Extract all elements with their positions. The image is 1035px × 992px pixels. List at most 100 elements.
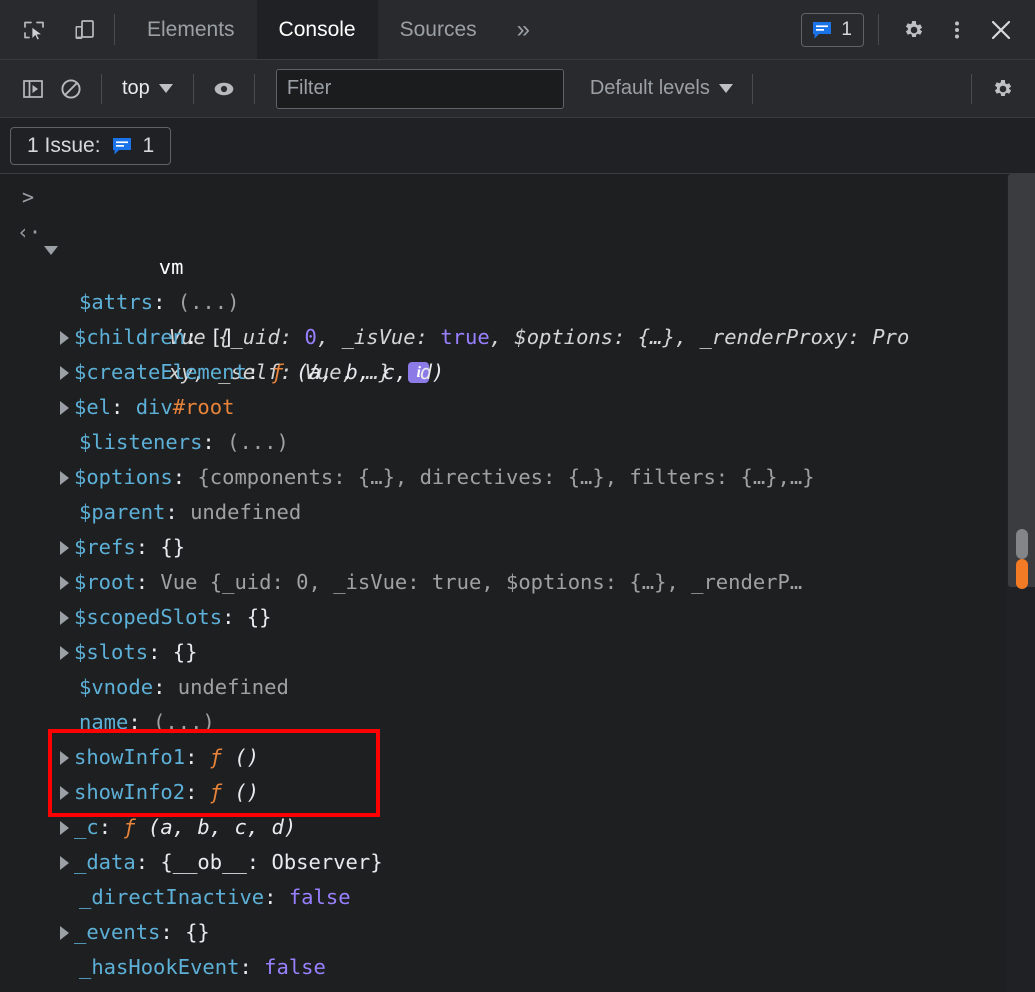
property-value: (...) xyxy=(227,430,289,454)
object-property-row[interactable]: $parent: undefined xyxy=(0,495,1007,530)
console-scrollbar-thumb[interactable] xyxy=(1016,529,1028,559)
expand-triangle-icon[interactable] xyxy=(60,576,69,590)
console-toolbar-divider-5 xyxy=(971,73,972,104)
property-value-function-glyph: ƒ xyxy=(123,815,136,839)
console-toolbar-divider-4 xyxy=(751,73,753,104)
property-separator: : xyxy=(222,605,247,629)
object-property-row[interactable]: $attrs: (...) xyxy=(0,285,1007,320)
property-value: [] xyxy=(209,325,235,349)
object-property-row[interactable]: $vnode: undefined xyxy=(0,670,1007,705)
tabbar-divider xyxy=(114,14,115,45)
property-name: $root xyxy=(74,570,136,594)
console-toolbar: top Default levels xyxy=(0,60,1035,118)
property-value-function-args: (a, b, c, d) xyxy=(135,815,297,839)
expand-triangle-icon[interactable] xyxy=(60,611,69,625)
property-separator: : xyxy=(172,465,198,489)
tab-sources[interactable]: Sources xyxy=(378,0,499,59)
expand-triangle-icon[interactable] xyxy=(60,751,69,765)
object-property-row[interactable]: showInfo2: ƒ () xyxy=(0,775,1007,810)
property-separator: : xyxy=(135,535,161,559)
property-name: $parent xyxy=(79,500,166,524)
property-name: $attrs xyxy=(79,290,154,314)
object-property-row[interactable]: $listeners: (...) xyxy=(0,425,1007,460)
object-property-row[interactable]: $createElement: ƒ (a, b, c, d) xyxy=(0,355,1007,390)
property-name: $createElement xyxy=(74,360,247,384)
issues-speech-bubble-icon xyxy=(112,137,131,154)
console-settings-gear-icon[interactable] xyxy=(983,70,1021,108)
expand-triangle-icon[interactable] xyxy=(60,366,69,380)
object-property-row[interactable]: $refs: {} xyxy=(0,530,1007,565)
object-property-row[interactable]: _data: {__ob__: Observer} xyxy=(0,845,1007,880)
issue-bar-text: 1 Issue: xyxy=(27,133,101,157)
object-property-row[interactable]: _c: ƒ (a, b, c, d) xyxy=(0,810,1007,845)
device-toolbar-icon[interactable] xyxy=(64,10,104,50)
expand-triangle-icon[interactable] xyxy=(60,646,69,660)
property-value: {} xyxy=(160,535,186,559)
console-sidebar-toggle-icon[interactable] xyxy=(14,70,52,108)
kebab-menu-icon[interactable] xyxy=(937,10,977,50)
object-property-row[interactable]: $el: div#root xyxy=(0,390,1007,425)
object-expand-toggle-icon[interactable] xyxy=(44,246,58,255)
object-property-row[interactable]: _events: {} xyxy=(0,915,1007,950)
property-value: (...) xyxy=(153,710,215,734)
console-input-row: > vm xyxy=(0,180,1007,279)
console-toolbar-divider-1 xyxy=(101,73,102,104)
property-separator: : xyxy=(185,780,210,804)
property-value-function-glyph: ƒ xyxy=(271,360,284,384)
log-levels-selector[interactable]: Default levels xyxy=(582,72,741,105)
object-property-row[interactable]: _hasHookEvent: false xyxy=(0,950,1007,985)
property-separator: : xyxy=(202,430,228,454)
property-separator: : xyxy=(111,395,136,419)
more-tabs-chevron-icon[interactable]: » xyxy=(499,0,548,59)
filter-input[interactable] xyxy=(275,68,564,109)
expand-triangle-icon[interactable] xyxy=(60,401,69,415)
console-messages[interactable]: > vm ‹· Vue {_uid: 0, _isVue: true, $opt… xyxy=(0,174,1007,992)
gear-icon[interactable] xyxy=(893,10,933,50)
property-separator: : xyxy=(165,500,191,524)
property-name: $scopedSlots xyxy=(74,605,223,629)
console-scrollbar-track[interactable] xyxy=(1008,174,1035,589)
execution-context-selector[interactable]: top xyxy=(113,72,182,105)
tab-elements[interactable]: Elements xyxy=(125,0,257,59)
object-property-row[interactable]: $scopedSlots: {} xyxy=(0,600,1007,635)
object-property-list: $attrs: (...) $children: [] $createElement… xyxy=(0,285,1007,985)
property-separator: : xyxy=(153,675,178,699)
expand-triangle-icon[interactable] xyxy=(60,471,69,485)
object-property-row[interactable]: $children: [] xyxy=(0,320,1007,355)
property-name: showInfo1 xyxy=(74,745,186,769)
property-value: {} xyxy=(172,640,198,664)
property-name: $children xyxy=(74,325,186,349)
property-value-function-glyph: ƒ xyxy=(209,780,223,804)
property-separator: : xyxy=(160,920,186,944)
object-property-row[interactable]: name: (...) xyxy=(0,705,1007,740)
issue-summary-button[interactable]: 1 Issue: 1 xyxy=(10,126,172,165)
expand-triangle-icon[interactable] xyxy=(60,856,69,870)
devtools-window: Elements Console Sources » 1 top Filter … xyxy=(0,0,1035,992)
panel-tabs: Elements Console Sources » xyxy=(125,0,548,59)
tabbar-spacer xyxy=(548,0,801,59)
live-expression-eye-icon[interactable] xyxy=(205,70,243,108)
tabbar-right-icons: 1 xyxy=(801,0,1035,59)
tab-console[interactable]: Console xyxy=(256,0,378,59)
expand-triangle-icon[interactable] xyxy=(60,331,69,345)
issue-bar: 1 Issue: 1 xyxy=(0,118,1035,174)
expand-triangle-icon[interactable] xyxy=(60,541,69,555)
clear-console-icon[interactable] xyxy=(52,70,90,108)
expand-triangle-icon[interactable] xyxy=(60,821,69,835)
issues-badge-button[interactable]: 1 xyxy=(801,12,864,47)
close-icon[interactable] xyxy=(981,10,1021,50)
object-property-row[interactable]: $options: {components: {…}, directives: … xyxy=(0,460,1007,495)
object-property-row[interactable]: _directInactive: false xyxy=(0,880,1007,915)
console-result-row: ‹· Vue {_uid: 0, _isVue: true, $options:… xyxy=(0,215,1007,384)
console-scrollbar-highlight[interactable] xyxy=(1016,559,1028,589)
property-name: _events xyxy=(74,920,161,944)
property-separator: : xyxy=(98,815,124,839)
object-property-row[interactable]: $root: Vue {_uid: 0, _isVue: true, $opti… xyxy=(0,565,1007,600)
property-value: undefined xyxy=(177,675,289,699)
object-property-row[interactable]: showInfo1: ƒ () xyxy=(0,740,1007,775)
property-name: $options xyxy=(74,465,173,489)
object-property-row[interactable]: $slots: {} xyxy=(0,635,1007,670)
inspect-element-icon[interactable] xyxy=(14,10,54,50)
expand-triangle-icon[interactable] xyxy=(60,786,69,800)
expand-triangle-icon[interactable] xyxy=(60,926,69,940)
